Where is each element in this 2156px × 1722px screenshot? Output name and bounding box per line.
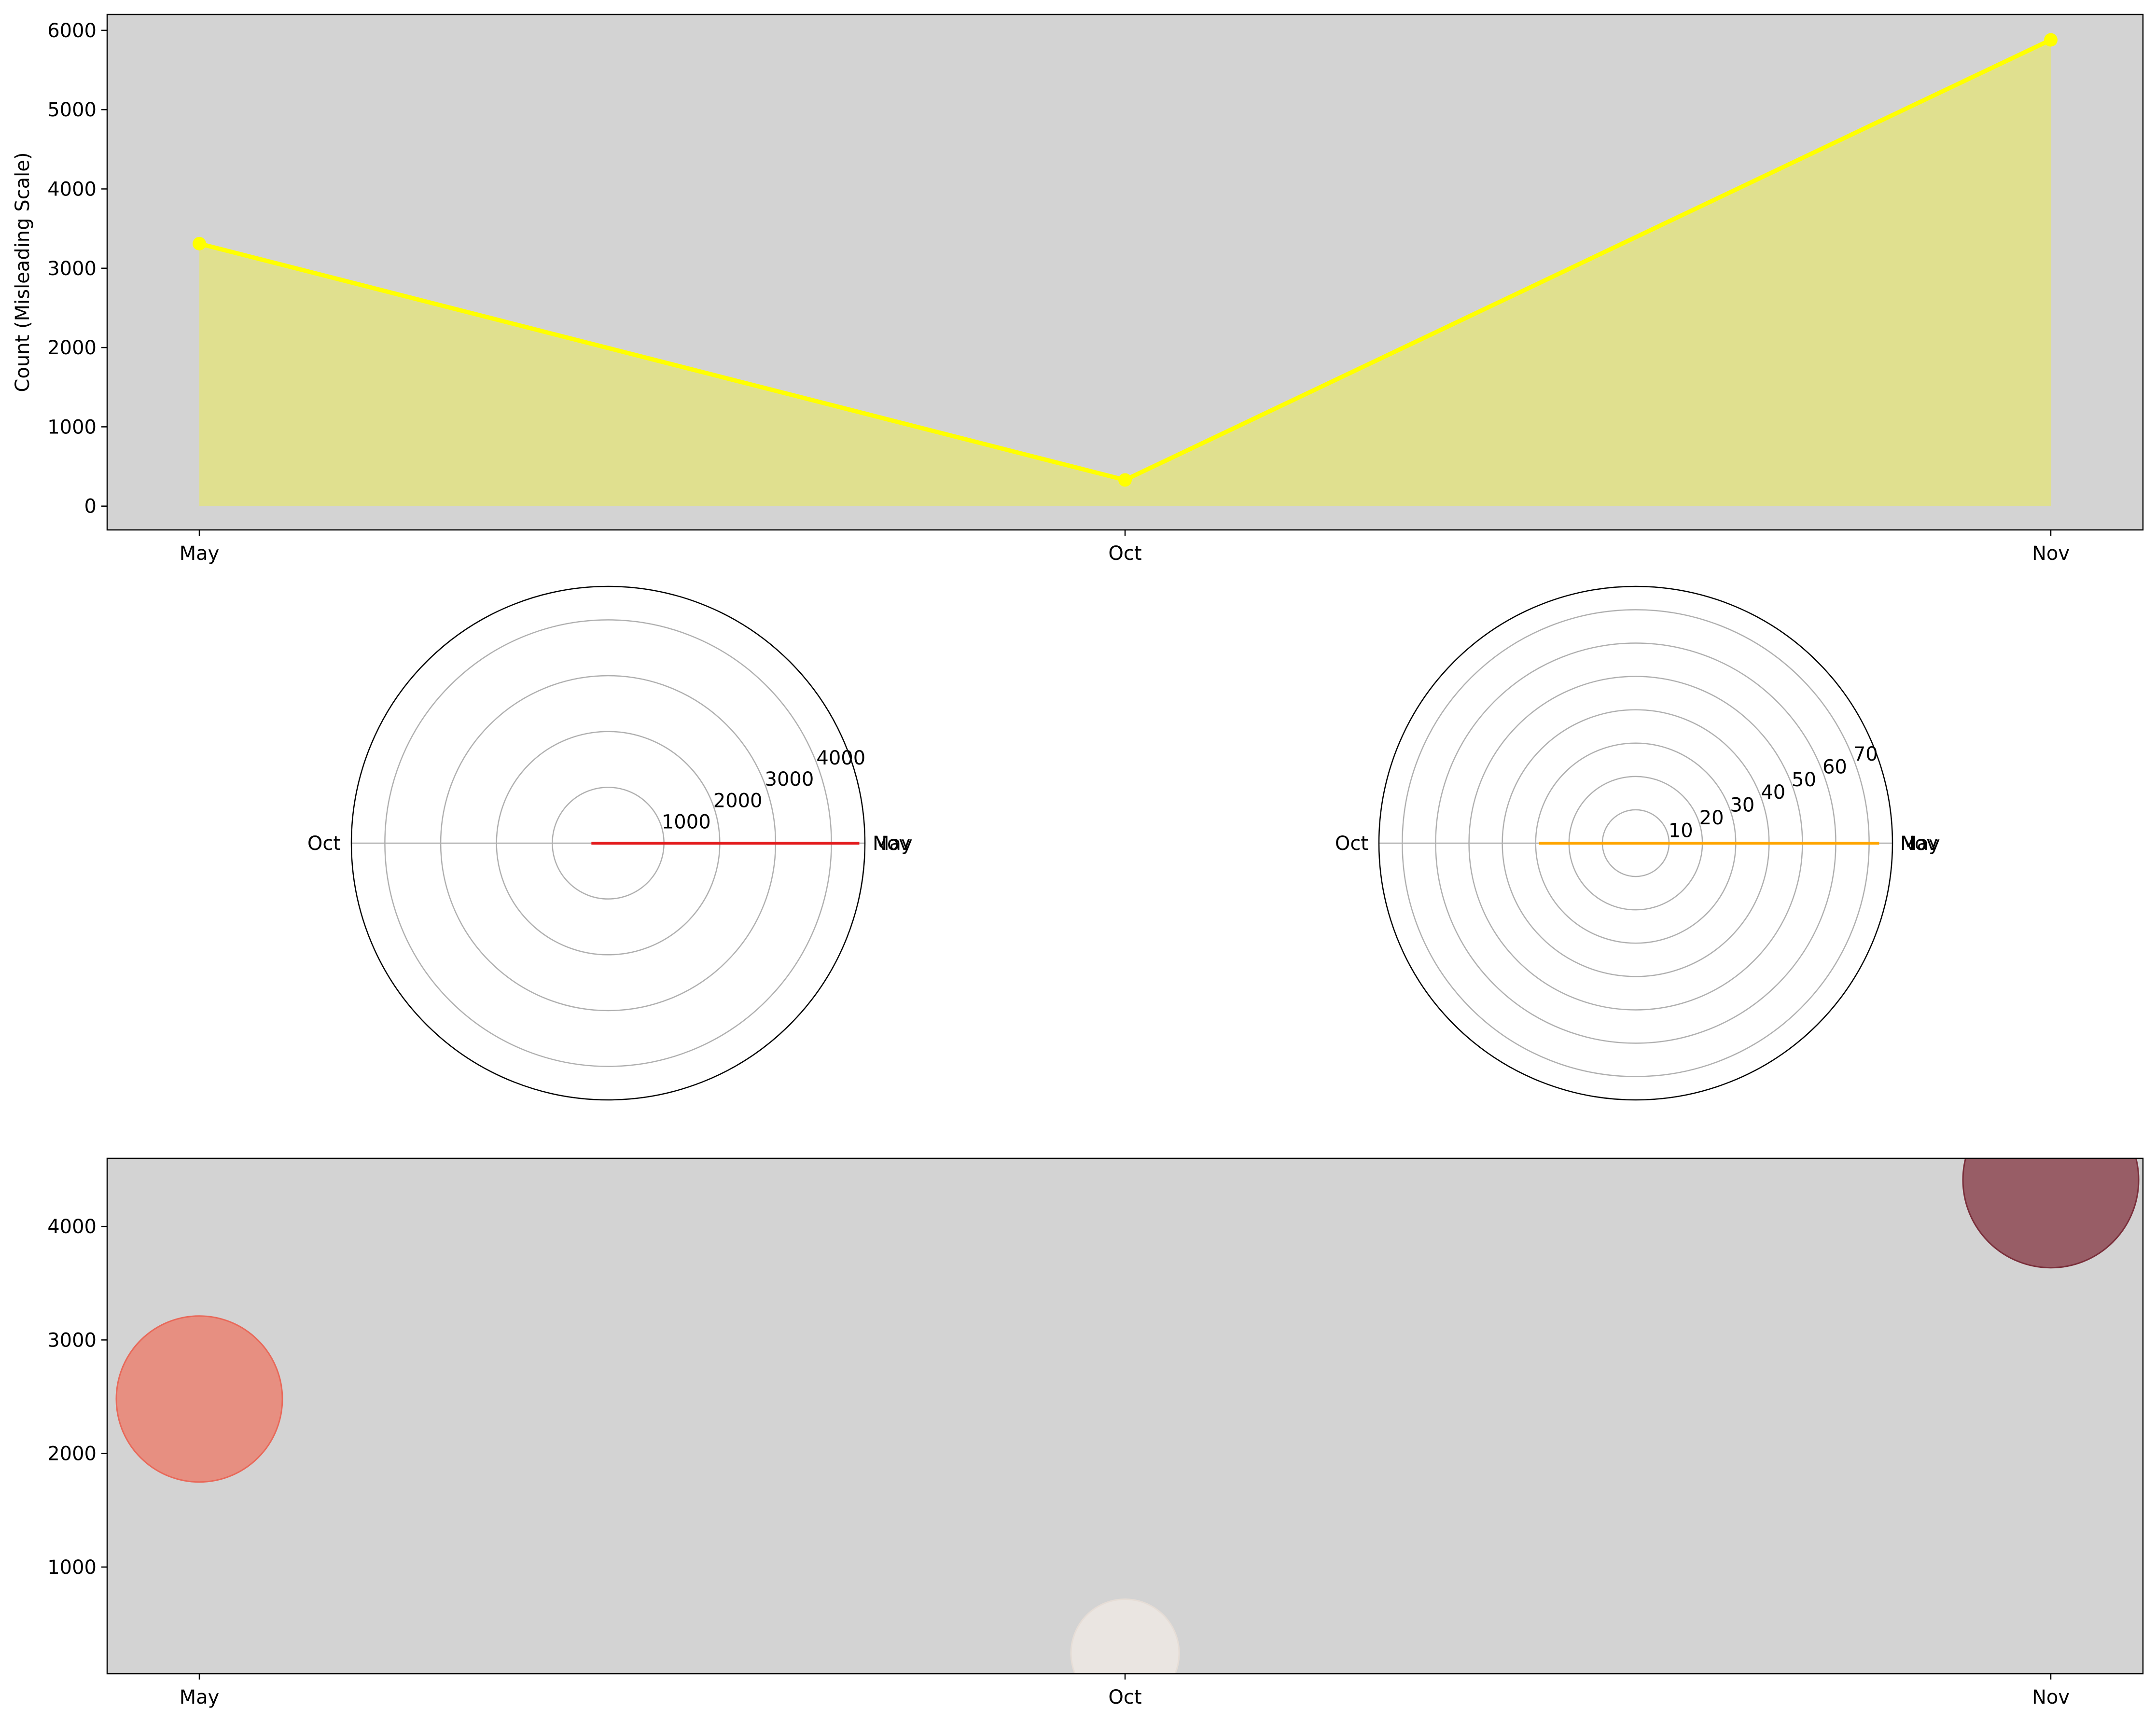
polar-chart-left: 1000200030004000MayOct Nov	[307, 585, 913, 1101]
figure: 0100020003000400050006000 May Oct Nov Coun…	[12, 14, 2144, 1708]
right-r-tick-label: 30	[1730, 794, 1754, 817]
top-x-tick-label: Nov	[2032, 542, 2070, 565]
top-x-ticks: May Oct Nov	[180, 530, 2070, 565]
polar-chart-right: 10203040506070MayOct Nov	[1335, 585, 1940, 1101]
bottom-x-ticks: May Oct Nov	[180, 1674, 2070, 1708]
bubble-nov	[1962, 1158, 2140, 1269]
bottom-x-tick-label: Nov	[2032, 1686, 2070, 1708]
left-r-tick-label: 3000	[765, 768, 814, 791]
right-r-tick-label: 70	[1853, 743, 1878, 765]
left-theta-label-nov: Nov	[873, 833, 910, 855]
bottom-y-ticks: 1000 2000 3000 4000	[47, 1216, 107, 1579]
right-r-tick-label: 40	[1761, 781, 1785, 804]
right-r-tick-label: 50	[1792, 769, 1816, 791]
left-theta-label-oct: Oct	[307, 833, 341, 855]
top-marker-may	[193, 236, 206, 250]
top-area-chart: 0 1000 2000 3000 4000 5000 6000 May Oct Nov Coun…	[12, 14, 2144, 565]
top-y-tick-label: 3000	[47, 258, 97, 280]
top-marker-oct	[1118, 473, 1132, 487]
top-y-tick-label: 2000	[47, 337, 97, 359]
top-y-tick-label: 1000	[47, 416, 97, 438]
top-x-tick-label: May	[180, 542, 220, 565]
bottom-y-tick-label: 2000	[47, 1443, 97, 1465]
bottom-x-tick-label: Oct	[1108, 1686, 1141, 1708]
bottom-y-tick-label: 3000	[47, 1329, 97, 1351]
top-y-tick-label: 0	[84, 496, 97, 518]
top-y-tick-label: 4000	[47, 178, 97, 200]
right-r-tick-label: 20	[1699, 807, 1724, 829]
bottom-axes-background	[107, 1158, 2143, 1674]
top-y-tick-label: 5000	[47, 99, 97, 121]
right-theta-label-nov: Nov	[1900, 833, 1938, 855]
left-r-tick-label: 4000	[816, 747, 865, 769]
right-r-tick-label: 60	[1822, 756, 1847, 778]
bottom-y-tick-label: 4000	[47, 1216, 97, 1238]
top-y-tick-label: 6000	[47, 20, 97, 42]
top-y-axis-label: Count (Misleading Scale)	[12, 153, 34, 392]
top-marker-nov	[2044, 33, 2058, 47]
bottom-x-tick-label: May	[180, 1686, 220, 1708]
left-r-tick-label: 2000	[713, 790, 763, 812]
right-r-tick-label: 10	[1669, 820, 1693, 842]
top-y-ticks: 0 1000 2000 3000 4000 5000 6000	[47, 20, 107, 518]
bottom-bubble-chart: 1000 2000 3000 4000 May Oct Nov	[47, 1157, 2144, 1708]
bottom-y-tick-label: 1000	[47, 1556, 97, 1579]
right-theta-label-oct: Oct	[1335, 833, 1368, 855]
bubble-may	[115, 1315, 283, 1483]
top-x-tick-label: Oct	[1108, 542, 1141, 565]
left-r-tick-label: 1000	[662, 811, 711, 833]
